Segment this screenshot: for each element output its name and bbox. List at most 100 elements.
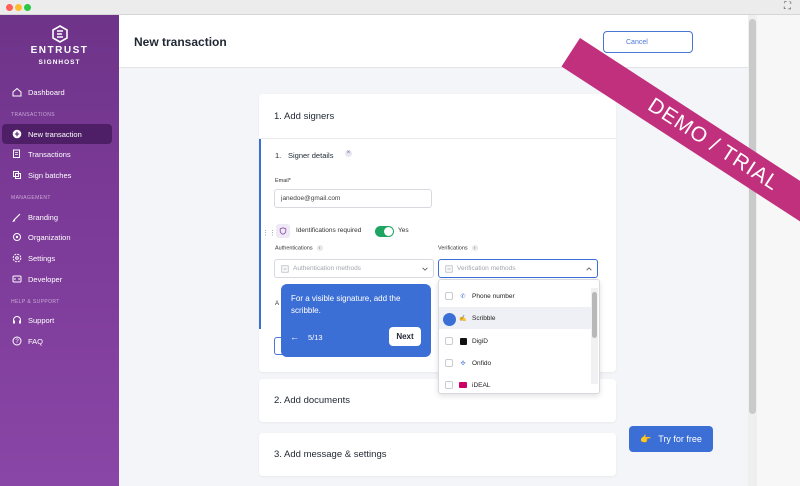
sidebar-item-label: Dashboard (28, 87, 65, 97)
tour-next-button[interactable]: Next (389, 327, 421, 346)
onfido-icon: ✣ (460, 360, 466, 367)
sidebar-item-sign-batches[interactable]: Sign batches (2, 165, 112, 185)
option-digid[interactable]: DigiD (439, 330, 591, 352)
window-titlebar: ⛶ (0, 0, 800, 15)
verifications-placeholder: Verification methods (457, 265, 516, 272)
add-message-settings-title: 3. Add message & settings (274, 449, 387, 460)
page-scroll-thumb[interactable] (749, 19, 756, 414)
option-scribble[interactable]: ✍ Scribble (439, 307, 591, 329)
sidebar-section-management: MANAGEMENT (11, 195, 51, 201)
option-phone-number[interactable]: ✆ Phone number (439, 285, 591, 307)
signer-active-indicator (259, 139, 261, 329)
tour-tooltip: For a visible signature, add the scribbl… (281, 284, 431, 357)
try-for-free-button[interactable]: 👉 Try for free (629, 426, 713, 452)
tour-text: For a visible signature, add the scribbl… (291, 294, 401, 315)
brand-subname: SIGNHOST (38, 59, 81, 66)
identifications-label: Identifications required (296, 227, 362, 234)
add-documents-title: 2. Add documents (274, 395, 351, 406)
sidebar-section-transactions: TRANSACTIONS (11, 112, 55, 118)
home-icon (12, 87, 22, 97)
info-icon[interactable]: i (316, 245, 323, 251)
pointing-hand-icon: 👉 (640, 433, 652, 444)
brush-icon (12, 213, 21, 222)
sidebar-item-dashboard[interactable]: Dashboard (2, 82, 112, 102)
list-icon (445, 264, 453, 273)
sidebar-item-label: FAQ (28, 336, 44, 346)
hidden-label-fragment: A (275, 301, 280, 307)
option-label: Scribble (472, 314, 496, 322)
question-icon: ? (12, 336, 22, 346)
gear-icon (13, 233, 21, 241)
minimize-window-button[interactable] (15, 4, 22, 11)
sidebar-item-label: Organization (28, 232, 71, 242)
chevron-down-icon (422, 267, 428, 271)
close-window-button[interactable] (6, 4, 13, 11)
option-label: DigiD (472, 337, 488, 345)
add-signers-title: 1. Add signers (274, 111, 335, 122)
remove-signer-icon[interactable]: × (345, 150, 352, 157)
signer-details-title: Signer details (288, 151, 334, 160)
page-scrollbar[interactable] (748, 15, 757, 486)
maximize-window-button[interactable] (24, 4, 31, 11)
tour-step-counter: 5/13 (308, 333, 323, 342)
sidebar-item-faq[interactable]: ? FAQ (2, 331, 112, 351)
checkbox[interactable] (445, 359, 453, 367)
fullscreen-icon[interactable]: ⛶ (784, 2, 794, 12)
tour-back-arrow-icon[interactable]: ← (290, 332, 299, 342)
brand-logo[interactable]: ENTRUST SIGNHOST (0, 25, 119, 66)
sidebar-item-support[interactable]: Support (2, 310, 112, 330)
add-message-settings-card[interactable]: 3. Add message & settings (259, 433, 616, 476)
signature-icon: ✍ (459, 315, 467, 322)
sidebar-item-label: Settings (28, 253, 56, 263)
email-field[interactable]: janedoe@gmail.com (274, 189, 432, 208)
sidebar-item-settings[interactable]: Settings (2, 248, 112, 268)
page-header: New transaction Cancel (119, 15, 757, 68)
sidebar-item-branding[interactable]: Branding (2, 207, 112, 227)
checkbox[interactable] (445, 337, 453, 345)
sidebar-item-new-transaction[interactable]: New transaction (2, 124, 112, 144)
verifications-label: Verifications i (438, 245, 478, 251)
authentications-label: Authentications i (275, 245, 323, 251)
dropdown-scrollbar[interactable] (591, 288, 598, 384)
verifications-select[interactable]: Verification methods (438, 259, 598, 278)
sidebar: ENTRUST SIGNHOST Dashboard TRANSACTIONS … (0, 15, 119, 486)
option-ideal[interactable]: iDEAL (439, 374, 591, 393)
try-for-free-label: Try for free (658, 434, 702, 444)
verifications-label-text: Verifications (438, 245, 468, 252)
option-label: Phone number (472, 292, 515, 300)
email-label: Email* (275, 178, 291, 184)
entrust-logo-icon (51, 25, 68, 43)
chevron-up-icon (586, 267, 592, 271)
dropdown-scroll-thumb[interactable] (592, 292, 597, 338)
cancel-button[interactable]: Cancel (603, 31, 693, 53)
drag-handle-icon[interactable]: ⋮⋮ (262, 229, 276, 237)
info-icon[interactable]: i (471, 245, 478, 251)
checkbox[interactable] (445, 292, 453, 300)
page-title: New transaction (134, 35, 227, 49)
phone-icon: ✆ (460, 293, 466, 300)
plus-circle-icon (12, 129, 22, 139)
identifications-value: Yes (398, 227, 409, 234)
digid-icon (459, 337, 467, 345)
checkbox[interactable] (445, 381, 453, 389)
sidebar-item-label: New transaction (28, 129, 82, 139)
ideal-icon (459, 381, 467, 389)
sidebar-item-developer[interactable]: Developer (2, 269, 112, 289)
settings-icon (12, 253, 22, 263)
headset-icon (13, 316, 21, 324)
shield-icon (276, 224, 290, 238)
sidebar-item-transactions[interactable]: Transactions (2, 144, 112, 164)
sidebar-item-label: Branding (28, 212, 59, 222)
tour-beacon[interactable] (443, 313, 456, 326)
verification-methods-dropdown: ✆ Phone number ✍ Scribble DigiD ✣ Onfido… (438, 279, 600, 394)
option-label: Onfido (472, 359, 492, 367)
signer-index: 1. (275, 151, 282, 160)
sidebar-item-organization[interactable]: Organization (2, 227, 112, 247)
sidebar-item-label: Transactions (28, 149, 71, 159)
right-gutter (757, 15, 800, 486)
authentications-select[interactable]: Authentication methods (274, 259, 434, 278)
sidebar-section-help: HELP & SUPPORT (11, 299, 60, 305)
code-icon (12, 275, 22, 283)
identifications-toggle[interactable] (375, 226, 394, 237)
option-onfido[interactable]: ✣ Onfido (439, 352, 591, 374)
